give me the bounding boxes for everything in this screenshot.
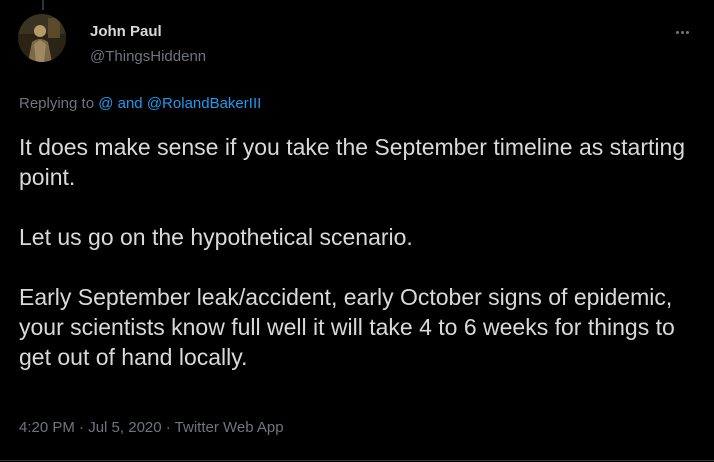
avatar[interactable] bbox=[18, 14, 66, 62]
meta-separator: · bbox=[161, 419, 175, 436]
more-horizontal-icon[interactable] bbox=[668, 22, 696, 42]
author-name[interactable]: John Paul bbox=[90, 23, 162, 40]
divider bbox=[0, 460, 714, 461]
more-dot bbox=[680, 30, 684, 34]
reply-connector: and bbox=[113, 95, 147, 112]
tweet-card: John Paul @ThingsHiddenn Replying to @ a… bbox=[0, 0, 714, 462]
reply-mention-link[interactable]: @RolandBakerIII bbox=[147, 95, 261, 112]
tweet-text: It does make sense if you take the Septe… bbox=[19, 132, 699, 372]
tweet-date[interactable]: Jul 5, 2020 bbox=[88, 419, 161, 436]
tweet-meta: 4:20 PM · Jul 5, 2020 · Twitter Web App bbox=[19, 419, 284, 436]
reply-prefix: Replying to bbox=[19, 95, 99, 112]
more-dot bbox=[685, 30, 689, 34]
author-handle[interactable]: @ThingsHiddenn bbox=[90, 48, 206, 65]
thread-connector-line bbox=[42, 0, 44, 10]
meta-separator: · bbox=[74, 419, 89, 436]
more-dot bbox=[675, 30, 679, 34]
tweet-source[interactable]: Twitter Web App bbox=[175, 419, 284, 436]
reply-mention-link[interactable]: @ bbox=[98, 95, 113, 112]
tweet-paragraph: Early September leak/accident, early Oct… bbox=[19, 284, 675, 370]
reply-context: Replying to @ and @RolandBakerIII bbox=[19, 95, 261, 112]
tweet-paragraph: It does make sense if you take the Septe… bbox=[19, 134, 686, 190]
tweet-paragraph: Let us go on the hypothetical scenario. bbox=[19, 224, 413, 250]
tweet-time[interactable]: 4:20 PM bbox=[19, 419, 75, 436]
